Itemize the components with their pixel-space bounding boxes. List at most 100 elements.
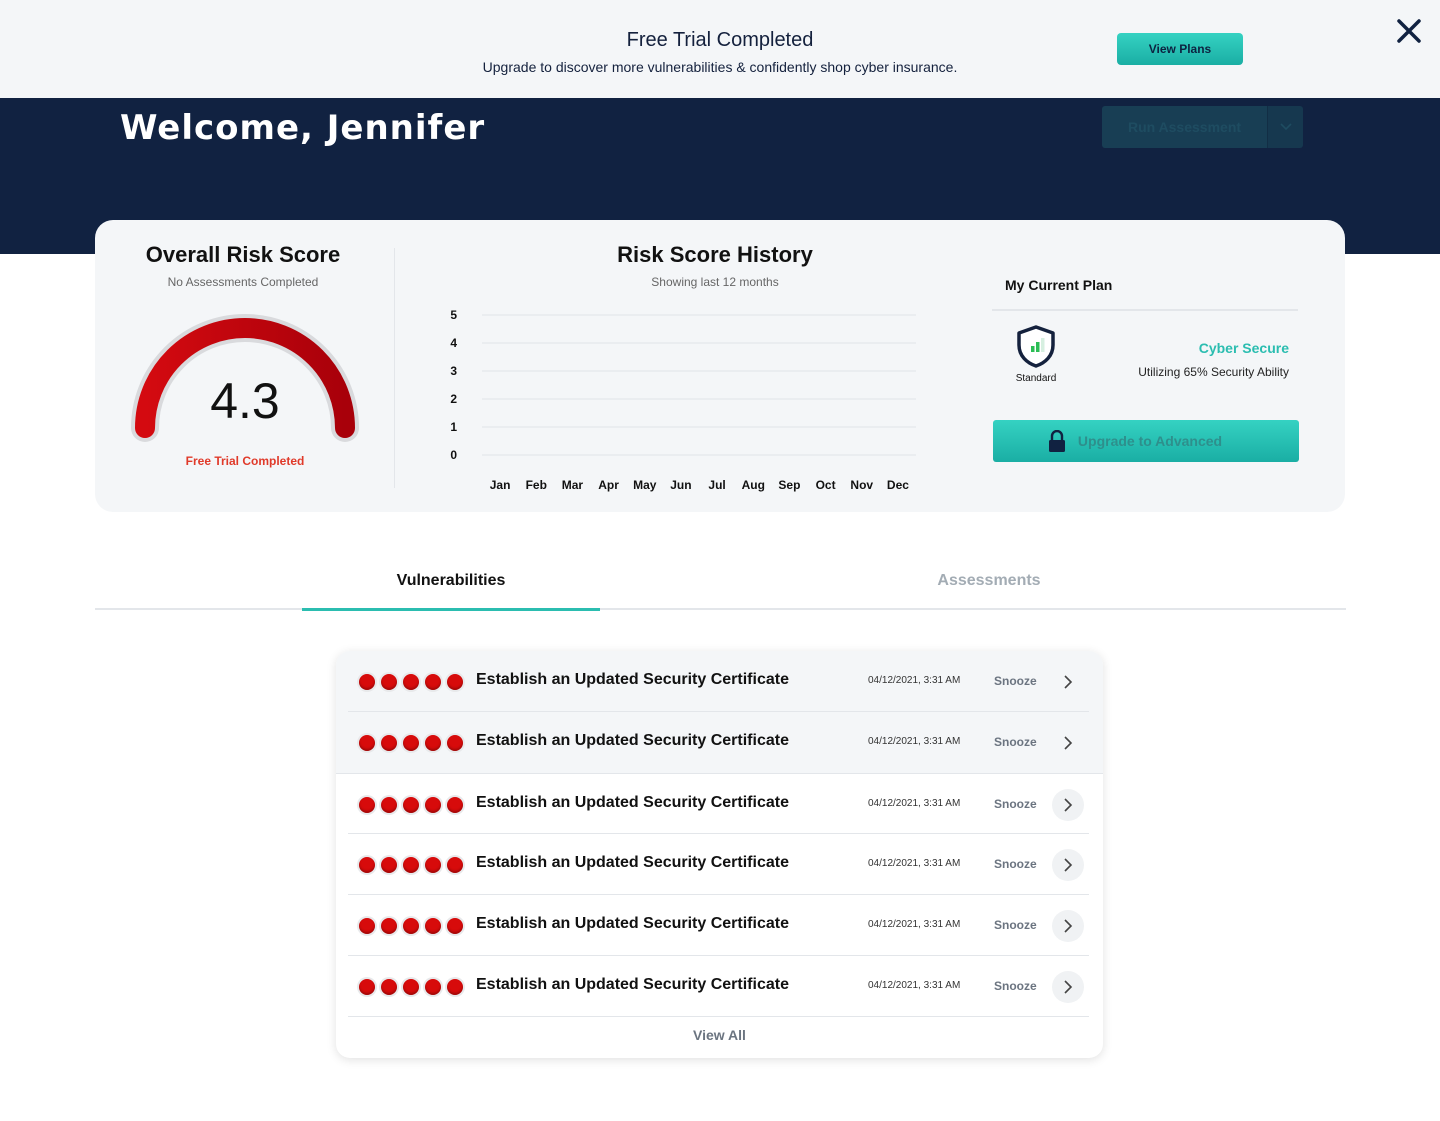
y-tick-label: 2 [450, 392, 457, 406]
history-title: Risk Score History [617, 242, 813, 267]
snooze-button[interactable]: Snooze [994, 735, 1037, 749]
severity-dot [447, 674, 463, 690]
run-assessment-button[interactable]: Run Assessment [1102, 106, 1267, 148]
severity-dot [359, 979, 375, 995]
snooze-button[interactable]: Snooze [994, 797, 1037, 811]
view-all-link[interactable]: View All [336, 1027, 1103, 1043]
risk-score-status: Free Trial Completed [185, 454, 305, 468]
x-tick-label: Aug [742, 478, 765, 492]
y-tick-label: 3 [450, 364, 457, 378]
vulnerability-title[interactable]: Establish an Updated Security Certificat… [476, 794, 789, 812]
chevron-right-icon[interactable] [1052, 849, 1084, 881]
severity-dot [447, 979, 463, 995]
x-tick-label: Feb [526, 478, 547, 492]
vulnerability-title[interactable]: Establish an Updated Security Certificat… [476, 732, 789, 750]
upgrade-banner: Free Trial Completed Upgrade to discover… [0, 0, 1440, 98]
x-tick-label: Sep [778, 478, 800, 492]
x-tick-label: Dec [887, 478, 909, 492]
history-subtitle: Showing last 12 months [651, 275, 779, 289]
vulnerability-title[interactable]: Establish an Updated Security Certificat… [476, 976, 789, 994]
x-tick-label: Jul [708, 478, 725, 492]
vulnerability-date: 04/12/2021, 3:31 AM [868, 798, 961, 809]
chevron-right-icon[interactable] [1052, 727, 1084, 759]
vulnerability-date: 04/12/2021, 3:31 AM [868, 858, 961, 869]
overview-card: Overall Risk Score No Assessments Comple… [95, 220, 1345, 512]
snooze-button[interactable]: Snooze [994, 918, 1037, 932]
severity-dot [359, 797, 375, 813]
severity-dot [447, 857, 463, 873]
row-divider [348, 1016, 1089, 1017]
snooze-button[interactable]: Snooze [994, 857, 1037, 871]
severity-dots [359, 674, 463, 690]
list-item[interactable]: Establish an Updated Security Certificat… [336, 956, 1103, 1017]
vulnerability-title[interactable]: Establish an Updated Security Certificat… [476, 671, 789, 689]
severity-dot [381, 674, 397, 690]
vulnerability-date: 04/12/2021, 3:31 AM [868, 980, 961, 991]
upgrade-button-label: Upgrade to Advanced [1077, 433, 1223, 449]
plan-usage: Utilizing 65% Security Ability [1138, 365, 1289, 379]
risk-score-title: Overall Risk Score [145, 242, 341, 267]
x-tick-label: Apr [598, 478, 619, 492]
close-icon[interactable] [1394, 16, 1424, 46]
risk-score-subtitle: No Assessments Completed [167, 275, 319, 289]
snooze-button[interactable]: Snooze [994, 674, 1037, 688]
chevron-down-icon[interactable] [1267, 106, 1303, 148]
chevron-right-icon[interactable] [1052, 910, 1084, 942]
plan-divider [992, 309, 1298, 311]
severity-dot [359, 674, 375, 690]
plan-name: Cyber Secure [1198, 340, 1289, 356]
run-assessment-group[interactable]: Run Assessment [1102, 106, 1303, 148]
severity-dot [425, 735, 441, 751]
y-tick-label: 0 [450, 448, 457, 462]
severity-dots [359, 797, 463, 813]
shield-icon [1014, 324, 1058, 368]
severity-dot [425, 857, 441, 873]
severity-dot [381, 797, 397, 813]
severity-dot [403, 674, 419, 690]
tab-assessments[interactable]: Assessments [840, 560, 1138, 610]
severity-dot [381, 735, 397, 751]
severity-dot [425, 674, 441, 690]
severity-dot [447, 918, 463, 934]
vulnerability-title[interactable]: Establish an Updated Security Certificat… [476, 854, 789, 872]
severity-dot [359, 735, 375, 751]
tab-bar-line [95, 608, 1346, 610]
severity-dot [403, 918, 419, 934]
severity-dot [425, 797, 441, 813]
x-tick-label: Jun [670, 478, 691, 492]
plan-tier-label: Standard [1015, 373, 1057, 384]
severity-dot [447, 797, 463, 813]
vulnerability-title[interactable]: Establish an Updated Security Certificat… [476, 915, 789, 933]
list-item[interactable]: Establish an Updated Security Certificat… [336, 712, 1103, 773]
x-tick-label: Jan [490, 478, 511, 492]
list-item[interactable]: Establish an Updated Security Certificat… [336, 773, 1103, 834]
severity-dots [359, 979, 463, 995]
severity-dot [359, 918, 375, 934]
vulnerability-list: Establish an Updated Security Certificat… [336, 651, 1103, 1058]
welcome-title: Welcome, Jennifer [120, 108, 486, 148]
snooze-button[interactable]: Snooze [994, 979, 1037, 993]
tab-bar: Vulnerabilities Assessments [95, 560, 1346, 612]
chevron-right-icon[interactable] [1052, 666, 1084, 698]
severity-dot [359, 857, 375, 873]
lock-icon [1049, 430, 1065, 452]
list-item[interactable]: Establish an Updated Security Certificat… [336, 834, 1103, 895]
severity-dot [381, 857, 397, 873]
chevron-right-icon[interactable] [1052, 971, 1084, 1003]
chevron-right-icon[interactable] [1052, 789, 1084, 821]
severity-dot [403, 857, 419, 873]
severity-dot [381, 918, 397, 934]
severity-dot [425, 918, 441, 934]
upgrade-button[interactable]: Upgrade to Advanced [993, 420, 1299, 462]
card-divider [394, 248, 395, 488]
list-item[interactable]: Establish an Updated Security Certificat… [336, 651, 1103, 712]
severity-dots [359, 918, 463, 934]
tab-active-indicator [302, 608, 600, 611]
y-tick-label: 4 [450, 336, 457, 350]
x-tick-label: Oct [816, 478, 836, 492]
severity-dot [403, 797, 419, 813]
list-item[interactable]: Establish an Updated Security Certificat… [336, 895, 1103, 956]
view-plans-button[interactable]: View Plans [1117, 33, 1243, 65]
tab-vulnerabilities[interactable]: Vulnerabilities [302, 560, 600, 610]
x-tick-label: Nov [850, 478, 873, 492]
